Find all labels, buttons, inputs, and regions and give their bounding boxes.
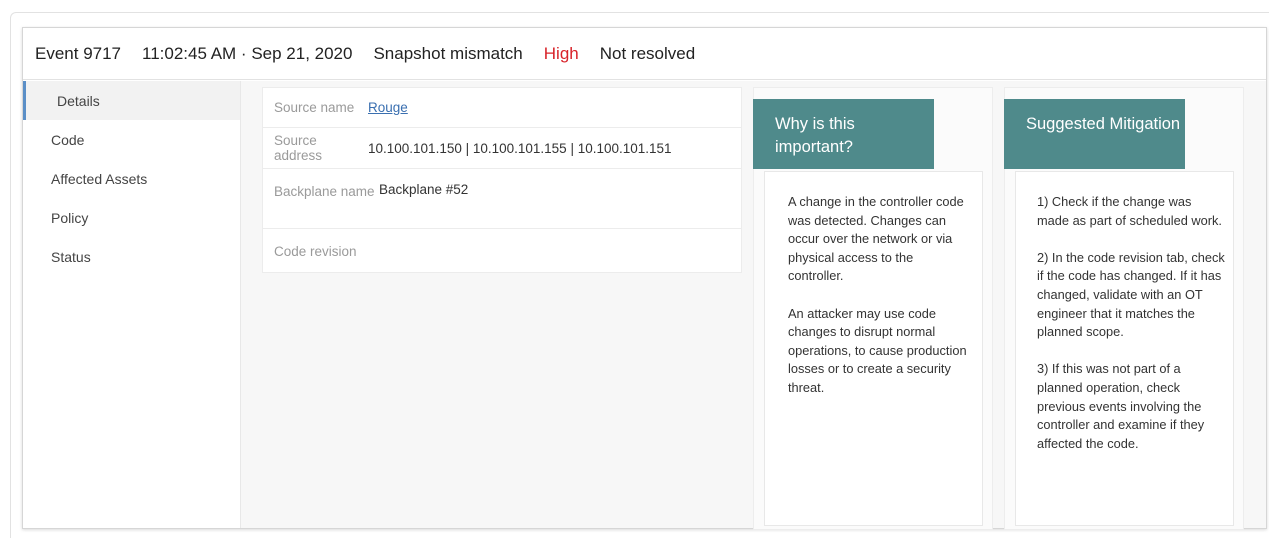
tab-status[interactable]: Status: [23, 237, 240, 276]
detail-row-backplane: Backplane name Backplane #52: [263, 169, 741, 229]
tab-policy[interactable]: Policy: [23, 198, 240, 237]
mitigation-step-1: 1) Check if the change was made as part …: [1037, 194, 1222, 228]
source-name-label: Source name: [274, 100, 355, 115]
mitigation-title: Suggested Mitigation: [1004, 99, 1185, 169]
tab-affected-assets-label: Affected Assets: [51, 170, 148, 187]
event-header: Event 9717 11:02:45 AM · Sep 21, 2020 Sn…: [23, 28, 1266, 80]
event-timestamp: 11:02:45 AM · Sep 21, 2020: [142, 43, 353, 63]
backplane-name-label: Backplane name: [274, 184, 375, 199]
event-panel: Event 9717 11:02:45 AM · Sep 21, 2020 Sn…: [22, 27, 1267, 530]
mitigation-title-text: Suggested Mitigation: [1026, 115, 1181, 133]
code-revision-label: Code revision: [274, 243, 357, 259]
severity-badge: High: [543, 43, 579, 63]
source-address-label: Source address: [274, 133, 323, 163]
tab-details[interactable]: Details: [23, 81, 240, 120]
mitigation-step-3: 3) If this was not part of a planned ope…: [1037, 361, 1205, 451]
backplane-name-value: Backplane #52: [379, 182, 469, 197]
tab-code[interactable]: Code: [23, 120, 240, 159]
why-important-body: A change in the controller code was dete…: [764, 171, 983, 526]
sidebar-nav: Details Code Affected Assets Policy Stat…: [23, 81, 241, 528]
source-name-link[interactable]: Rouge: [368, 100, 408, 115]
tab-policy-label: Policy: [51, 209, 89, 226]
event-type: Snapshot mismatch: [373, 43, 523, 63]
why-important-title: Why is this important?: [753, 99, 934, 169]
event-id: Event 9717: [35, 43, 122, 63]
tab-code-label: Code: [51, 131, 85, 148]
source-address-value: 10.100.101.150 | 10.100.101.155 | 10.100…: [368, 140, 672, 156]
mitigation-step-2: 2) In the code revision tab, check if th…: [1037, 249, 1225, 340]
details-table: Source name Rouge Source address 10.100.…: [262, 87, 742, 273]
tab-status-label: Status: [51, 248, 91, 265]
detail-row-source-address: Source address 10.100.101.150 | 10.100.1…: [263, 128, 741, 169]
tab-affected-assets[interactable]: Affected Assets: [23, 159, 240, 198]
why-important-paragraph-2: An attacker may use code changes to disr…: [788, 305, 967, 395]
detail-row-code-revision: Code revision: [263, 229, 741, 273]
why-important-title-text: Why is this important?: [775, 115, 855, 156]
detail-row-source-name: Source name Rouge: [263, 88, 741, 128]
tab-details-label: Details: [57, 92, 100, 109]
mitigation-body: 1) Check if the change was made as part …: [1015, 171, 1234, 526]
resolution-status: Not resolved: [599, 43, 696, 63]
why-important-paragraph-1: A change in the controller code was dete…: [788, 194, 964, 284]
